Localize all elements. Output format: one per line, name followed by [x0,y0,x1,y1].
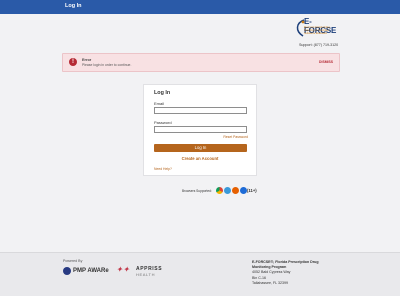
chrome-icon [216,187,223,194]
powered-by-label: Powered By [63,259,83,263]
page-title: Log In [65,3,82,9]
program-address: E-FORCSE®, Florida Prescription Drug Mon… [252,260,319,286]
top-nav-bar: Log In [0,0,400,14]
address-line4: Bin C-16 [252,275,266,280]
pmp-logo-icon [63,267,71,275]
address-line5: Tallahassee, FL 32399 [252,280,289,285]
browsers-label: Browsers Supported: [182,189,212,193]
pmp-aware-logo: PMP AWARe [63,267,109,276]
pmp-logo-text: PMP AWARe [73,268,109,274]
appriss-health-logo: ✦✦ APPRISS HEALTH [116,265,171,279]
login-title: Log In [154,90,171,96]
alert-title: Error [82,58,92,62]
need-help-link[interactable]: Need Help? [154,167,172,171]
footer: Powered By PMP AWARe ✦✦ APPRISS HEALTH E… [0,252,400,296]
address-line2: Monitoring Program [252,265,287,270]
edge-icon [240,187,247,194]
email-field[interactable] [154,107,247,114]
dismiss-button[interactable]: DISMISS [319,60,333,64]
firefox-icon [232,187,239,194]
ie-version-label: (11+) [247,188,257,193]
eforcse-logo: E-FORCSE Electronic-Florida Online Repor… [294,17,340,41]
error-icon: ! [69,58,77,66]
login-button[interactable]: Log In [154,144,247,152]
reset-password-link[interactable]: Reset Password [223,135,248,139]
login-card: Log In Email Password Reset Password Log… [143,84,257,176]
support-phone: Support: (877) 719-3120 [299,43,339,47]
password-label: Password [154,120,172,125]
password-field[interactable] [154,126,247,133]
logo-tagline: Electronic-Florida Online Reporting of C… [304,26,331,35]
appriss-sub: HEALTH [136,272,156,277]
safari-icon [224,187,231,194]
address-line3: 4052 Bald Cypress Way [252,270,291,275]
error-alert: ! Error Please login in order to continu… [62,53,340,72]
appriss-logo-icon: ✦✦ [116,265,130,274]
create-account-link[interactable]: Create an Account [144,156,256,161]
alert-message: Please login in order to continue. [82,63,132,67]
address-line1: E-FORCSE®, Florida Prescription Drug [252,260,319,264]
email-label: Email [154,101,165,106]
